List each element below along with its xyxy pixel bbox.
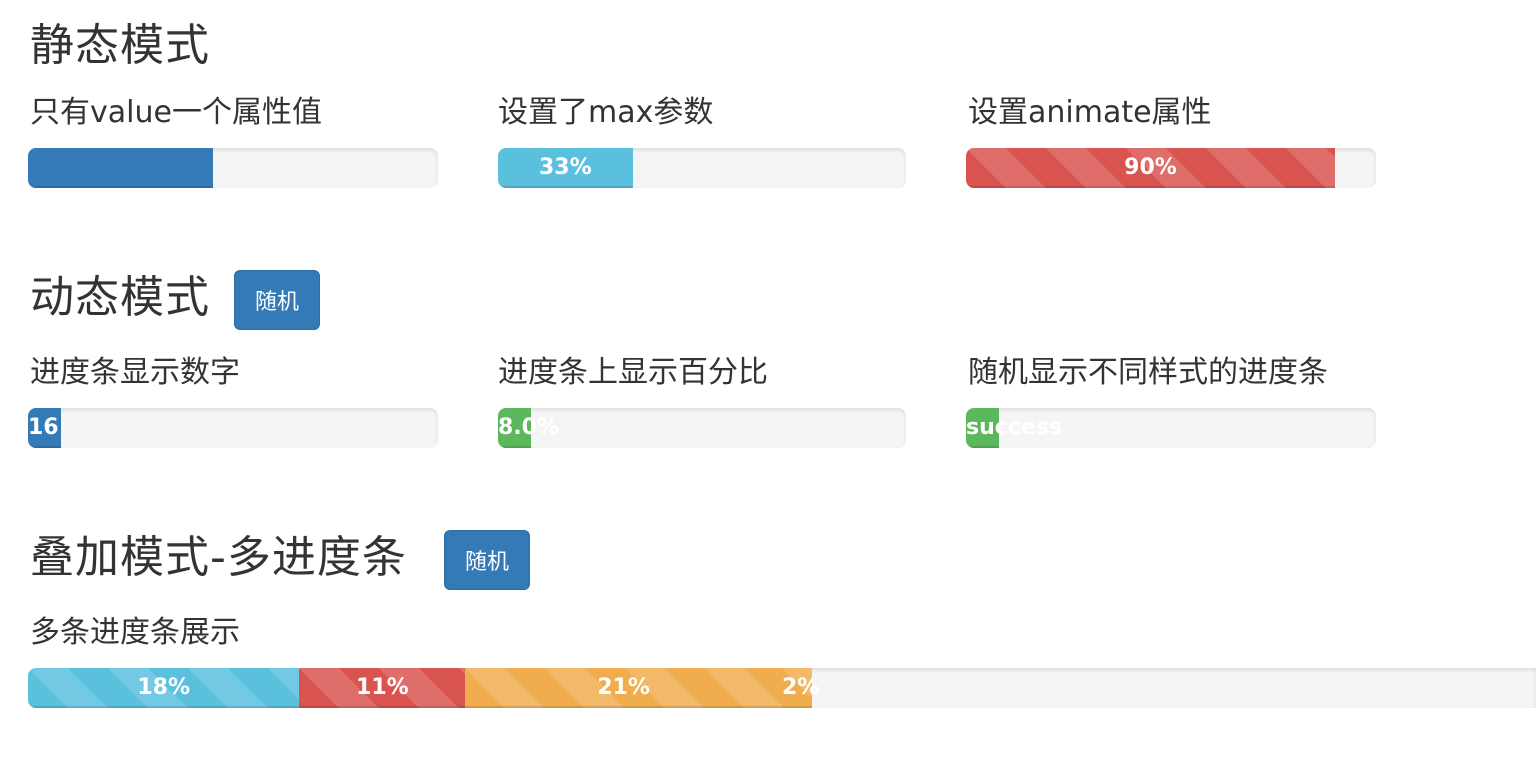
static-bar-3-label: 设置animate属性 xyxy=(968,95,1212,130)
stacked-label: 多条进度条展示 xyxy=(30,615,240,650)
static-progress-1-fill xyxy=(28,148,213,188)
dynamic-bar-1-label: 进度条显示数字 xyxy=(30,355,240,390)
dynamic-progress-2-fill: 8.0% xyxy=(498,408,559,448)
stacked-progress-segment: 18% xyxy=(28,668,300,708)
stacked-progress-segment: 11% xyxy=(299,668,466,708)
static-progress-3-fill: 90% xyxy=(966,148,1335,188)
dynamic-bar-2-label: 进度条上显示百分比 xyxy=(498,355,768,390)
dynamic-bar-3-label: 随机显示不同样式的进度条 xyxy=(968,355,1328,390)
dynamic-random-button[interactable]: 随机 xyxy=(234,270,321,330)
static-progress-2: 33% xyxy=(498,148,906,188)
stacked-random-button[interactable]: 随机 xyxy=(444,530,531,590)
static-progress-3: 90% xyxy=(966,148,1376,188)
stacked-progress: 18% 11% 21% 2% xyxy=(28,668,1536,708)
static-bar-1-label: 只有value一个属性值 xyxy=(30,95,322,130)
dynamic-progress-3: success xyxy=(966,408,1376,448)
stacked-mode-title: 叠加模式-多进度条 xyxy=(30,532,407,583)
dynamic-progress-2: 8.0% xyxy=(498,408,906,448)
page: 静态模式 只有value一个属性值 设置了max参数 33% 设置animate… xyxy=(0,0,1536,766)
dynamic-progress-3-fill: success xyxy=(966,408,1062,448)
stacked-progress-segment: 21% xyxy=(465,668,782,708)
static-progress-2-fill: 33% xyxy=(498,148,633,188)
static-progress-1 xyxy=(28,148,438,188)
static-mode-title: 静态模式 xyxy=(30,20,210,71)
dynamic-mode-title: 动态模式 xyxy=(30,272,210,323)
stacked-progress-segment: 2% xyxy=(782,668,819,708)
dynamic-progress-1-fill: 16 xyxy=(28,408,61,448)
dynamic-progress-1: 16 xyxy=(28,408,438,448)
static-bar-2-label: 设置了max参数 xyxy=(498,95,714,130)
